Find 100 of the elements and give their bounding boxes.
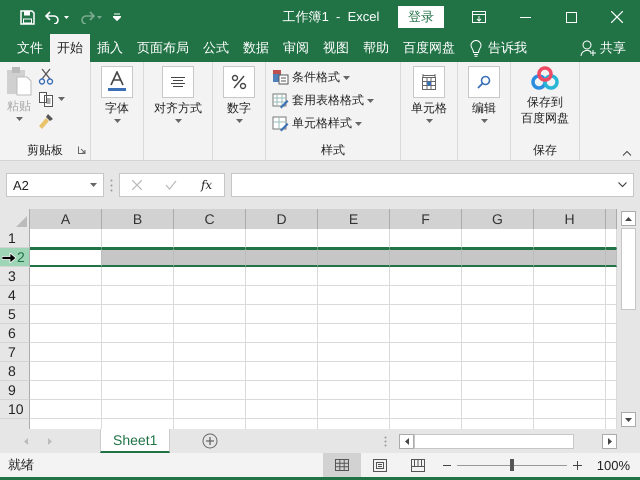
status-text: 就绪	[8, 456, 34, 474]
ribbon-tab[interactable]: 公式	[196, 34, 236, 62]
table-cell[interactable]	[102, 248, 174, 267]
maximize-icon[interactable]	[566, 12, 576, 22]
scroll-thumb[interactable]	[621, 228, 636, 310]
scroll-thumb[interactable]	[414, 434, 574, 448]
number-button[interactable]: 数字	[227, 100, 251, 117]
ribbon-tab[interactable]: 插入	[90, 34, 130, 62]
row-header[interactable]: 6	[0, 324, 30, 343]
share-button[interactable]: 共享	[600, 39, 626, 57]
row-header[interactable]: 8	[0, 362, 30, 381]
styles-menu-item[interactable]: 单元格样式	[292, 115, 352, 132]
save-to-cloud-button[interactable]: 保存到 百度网盘	[521, 94, 569, 126]
column-header[interactable]: G	[462, 209, 534, 229]
paste-caret-icon	[16, 117, 22, 121]
table-cell[interactable]	[30, 248, 102, 267]
minimize-icon[interactable]	[520, 16, 530, 18]
formula-input[interactable]	[231, 173, 634, 197]
redo-icon	[79, 10, 103, 24]
caret-icon	[236, 119, 242, 123]
cloud-icon[interactable]	[530, 66, 560, 92]
ribbon-tab[interactable]: 百度网盘	[396, 34, 462, 62]
table-cell[interactable]	[462, 248, 534, 267]
table-cell[interactable]	[534, 248, 606, 267]
table-cell[interactable]	[390, 248, 462, 267]
cancel-icon[interactable]	[132, 180, 142, 190]
alignment-button[interactable]: 对齐方式	[154, 100, 202, 117]
caret-icon	[343, 76, 350, 80]
drag-handle-icon[interactable]	[384, 436, 388, 446]
row-header[interactable]: 3	[0, 267, 30, 286]
table-cell[interactable]	[246, 248, 318, 267]
column-header[interactable]: E	[318, 209, 390, 229]
close-icon[interactable]	[611, 11, 623, 23]
scissors-icon[interactable]	[38, 68, 54, 85]
row-header[interactable]: 7	[0, 343, 30, 362]
drag-handle-icon[interactable]	[110, 178, 113, 192]
column-header[interactable]: B	[102, 209, 174, 229]
styles-menu-item[interactable]: 条件格式	[292, 69, 340, 86]
ribbon-tab[interactable]: 数据	[236, 34, 276, 62]
row-header[interactable]: 5	[0, 305, 30, 324]
sheet-tab[interactable]: Sheet1	[100, 429, 170, 453]
scroll-up-icon[interactable]	[625, 216, 632, 220]
login-button[interactable]: 登录	[398, 6, 444, 28]
select-all-icon[interactable]	[16, 216, 27, 227]
column-header[interactable]: F	[390, 209, 462, 229]
percent-icon[interactable]	[223, 66, 255, 98]
ribbon-display-icon[interactable]	[472, 11, 486, 23]
person-add-icon	[580, 40, 596, 56]
expand-icon[interactable]	[618, 182, 627, 188]
column-header[interactable]: C	[174, 209, 246, 229]
view-button[interactable]	[323, 453, 361, 477]
row-header[interactable]: 10	[0, 400, 30, 419]
ribbon-tab[interactable]: 帮助	[356, 34, 396, 62]
collapse-ribbon-icon[interactable]	[622, 150, 632, 156]
add-sheet-icon[interactable]	[202, 433, 218, 449]
search-icon[interactable]	[468, 66, 500, 98]
ribbon-tab[interactable]: 页面布局	[130, 34, 196, 62]
save-icon[interactable]	[20, 10, 35, 24]
align-icon[interactable]	[162, 66, 194, 98]
scroll-right-icon[interactable]	[608, 438, 612, 444]
table-cell[interactable]	[318, 248, 390, 267]
row-header[interactable]: 4	[0, 286, 30, 305]
ribbon-tab[interactable]: 文件	[10, 34, 50, 62]
next-sheet-icon[interactable]	[48, 438, 52, 444]
cells-button[interactable]: 单元格	[411, 100, 447, 117]
zoom-in-icon[interactable]	[573, 460, 582, 470]
check-icon[interactable]	[165, 180, 178, 190]
row-header[interactable]: 9	[0, 381, 30, 400]
cells-icon[interactable]	[413, 66, 445, 98]
table-cell[interactable]	[174, 248, 246, 267]
column-header[interactable]: H	[534, 209, 606, 229]
name-box[interactable]: A2	[6, 173, 104, 197]
styles-menu-item[interactable]: 套用表格格式	[292, 92, 364, 109]
editing-button[interactable]: 编辑	[472, 100, 496, 117]
row-header[interactable]: 2	[0, 248, 30, 267]
previous-sheet-icon[interactable]	[24, 438, 28, 444]
tell-me-link[interactable]: 告诉我	[488, 39, 527, 57]
column-header[interactable]: A	[30, 209, 102, 229]
dialog-launcher-icon[interactable]	[78, 146, 86, 154]
column-header[interactable]: D	[246, 209, 318, 229]
zoom-level[interactable]: 100%	[588, 458, 630, 472]
brush-icon[interactable]	[38, 113, 54, 130]
arrow-cursor-icon	[2, 253, 16, 263]
paste-icon[interactable]	[6, 66, 32, 96]
ribbon-tab[interactable]: 视图	[316, 34, 356, 62]
grid-icon	[335, 459, 349, 471]
font-icon[interactable]	[101, 66, 133, 98]
undo-icon[interactable]	[45, 10, 69, 24]
font-button[interactable]: 字体	[105, 100, 129, 117]
scroll-down-icon[interactable]	[625, 418, 632, 422]
customize-icon[interactable]	[113, 13, 121, 21]
copy-icon[interactable]	[38, 91, 54, 107]
table-cell[interactable]	[606, 248, 617, 267]
zoom-slider[interactable]	[510, 458, 514, 470]
caret-icon	[367, 98, 374, 102]
row-header[interactable]: 1	[0, 229, 30, 248]
ribbon-tab[interactable]: 开始	[50, 34, 90, 62]
insert-function-button[interactable]: fx	[200, 178, 212, 192]
scroll-left-icon[interactable]	[404, 438, 409, 444]
ribbon-tab[interactable]: 审阅	[276, 34, 316, 62]
